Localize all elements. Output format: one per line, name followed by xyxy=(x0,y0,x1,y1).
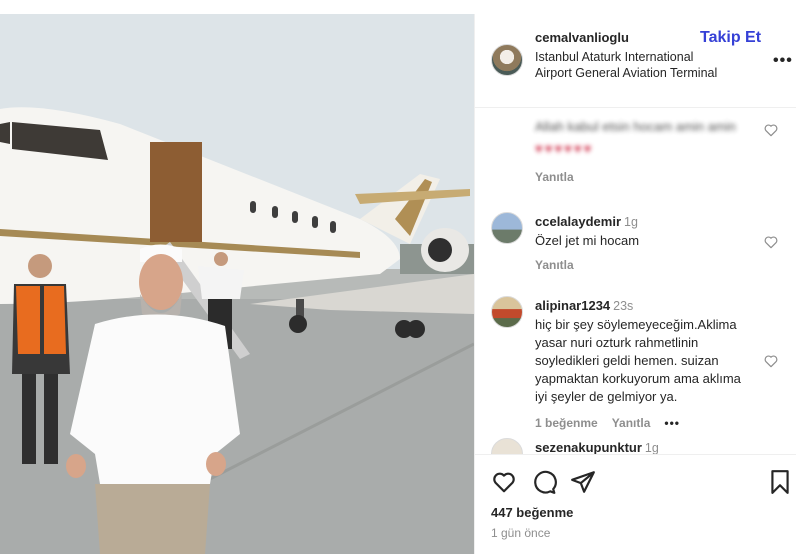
comment-text: Allah kabul etsin hocam amin amin xyxy=(535,119,736,134)
reply-button[interactable]: Yanıtla xyxy=(535,258,574,272)
commenter-avatar[interactable] xyxy=(491,212,523,244)
comment-likes[interactable]: 1 beğenme xyxy=(535,416,598,430)
comments-list[interactable]: Allah kabul etsin hocam amin amin ♥♥♥♥♥♥… xyxy=(475,108,796,454)
post-header: cemalvanlioglu Istanbul Ataturk Internat… xyxy=(475,14,796,108)
comment-meta: 1 beğenme Yanıtla ••• xyxy=(535,416,694,430)
comment-meta: Yanıtla xyxy=(535,258,588,272)
comment-text: Özel jet mi hocam xyxy=(535,233,640,248)
reply-button[interactable]: Yanıtla xyxy=(535,170,574,184)
post-photo-illustration xyxy=(0,14,474,554)
comment-bubble-icon[interactable] xyxy=(531,469,557,495)
share-send-icon[interactable] xyxy=(570,469,596,495)
like-comment-icon[interactable] xyxy=(763,353,779,369)
post-location[interactable]: Istanbul Ataturk International Airport G… xyxy=(535,50,725,81)
comment-time: 1g xyxy=(644,441,659,454)
comment-author[interactable]: sezenakupunktur 1g xyxy=(535,440,659,454)
comment-more-icon[interactable]: ••• xyxy=(664,416,680,430)
commenter-avatar[interactable] xyxy=(491,438,523,454)
post-side-panel: cemalvanlioglu Istanbul Ataturk Internat… xyxy=(474,14,796,554)
comment-emojis: ♥♥♥♥♥♥ xyxy=(535,141,594,156)
commenter-avatar[interactable] xyxy=(491,296,523,328)
author-username[interactable]: cemalvanlioglu xyxy=(535,30,629,45)
comment-username[interactable]: sezenakupunktur xyxy=(535,440,642,454)
like-comment-icon[interactable] xyxy=(763,122,779,138)
comment-time: 23s xyxy=(613,299,634,313)
post-likes-count[interactable]: 447 beğenme xyxy=(491,505,573,520)
like-comment-icon[interactable] xyxy=(763,234,779,250)
comment-author[interactable]: alipinar1234 23s xyxy=(535,298,633,313)
post-actions: 447 beğenme 1 gün önce xyxy=(475,454,796,554)
follow-button[interactable]: Takip Et xyxy=(700,29,761,47)
comment-username[interactable]: ccelalaydemir xyxy=(535,214,621,229)
author-avatar[interactable] xyxy=(491,44,523,76)
comment-username[interactable]: alipinar1234 xyxy=(535,298,610,313)
comment-meta: Yanıtla xyxy=(535,170,588,184)
comment-time: 1g xyxy=(624,215,638,229)
comment-author[interactable]: ccelalaydemir 1g xyxy=(535,214,638,229)
post-photo[interactable] xyxy=(0,14,474,554)
more-options-icon[interactable]: ••• xyxy=(773,52,793,70)
like-heart-icon[interactable] xyxy=(491,469,517,495)
post-time-ago: 1 gün önce xyxy=(491,526,551,540)
reply-button[interactable]: Yanıtla xyxy=(612,416,651,430)
comment-text: hiç bir şey söylemeyeceğim.Aklima yasar … xyxy=(535,317,741,404)
save-bookmark-icon[interactable] xyxy=(769,469,791,495)
